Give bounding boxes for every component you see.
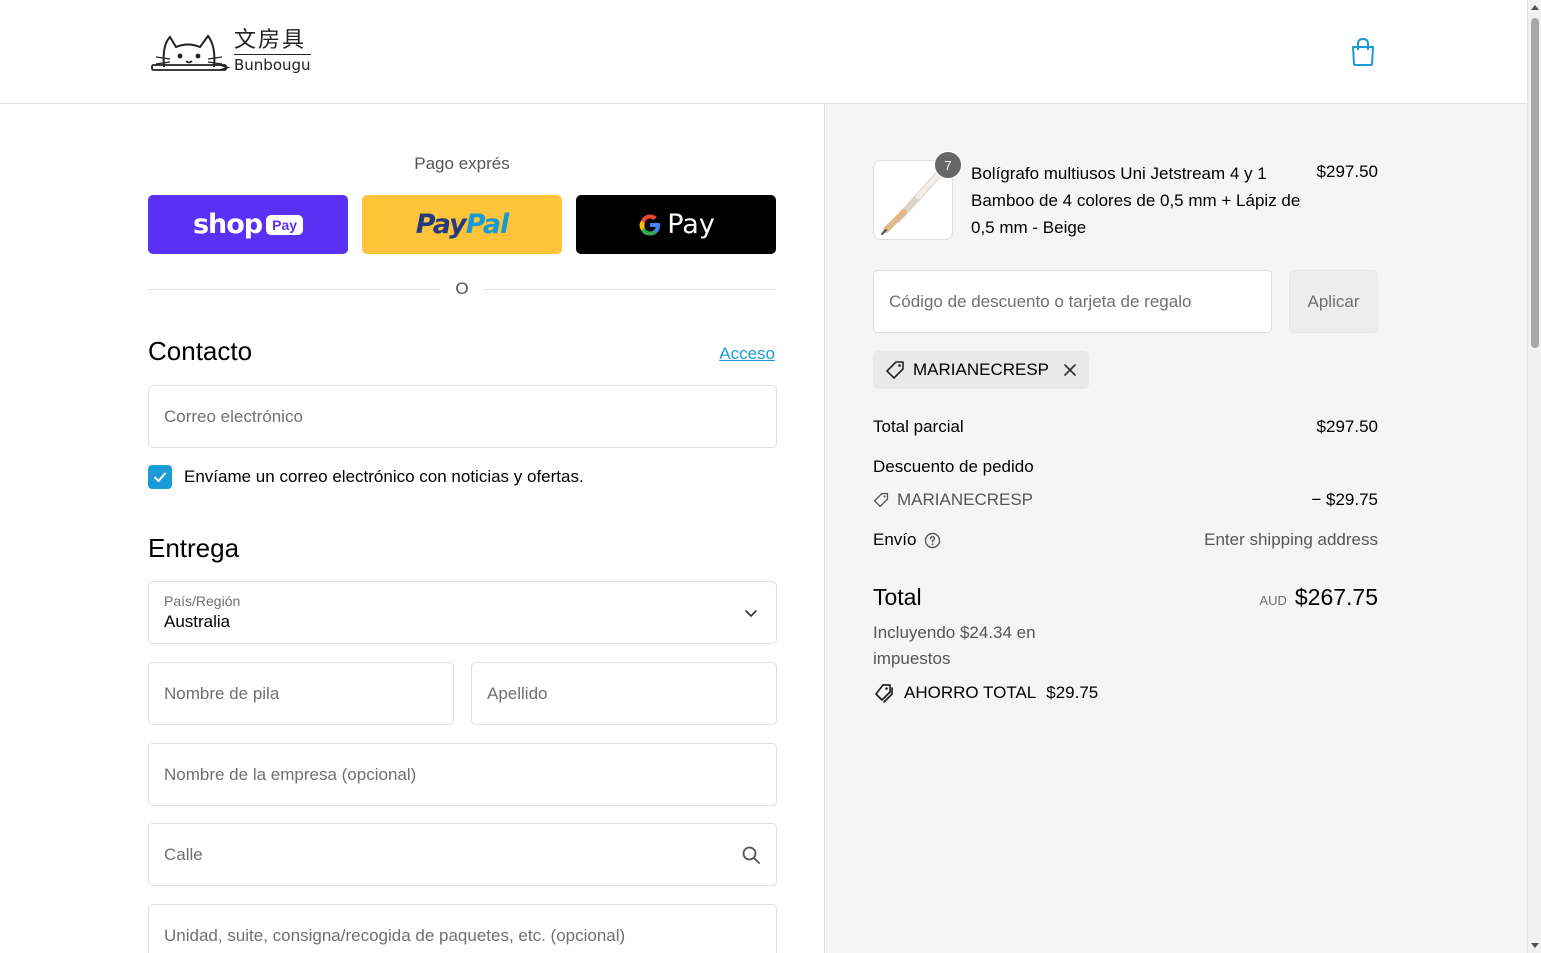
unit-placeholder: Unidad, suite, consigna/recogida de paqu…	[164, 925, 626, 945]
applied-code-text: MARIANECRESP	[913, 360, 1050, 379]
contact-title: Contacto	[148, 336, 253, 366]
tag-icon	[886, 361, 904, 379]
email-placeholder: Correo electrónico	[164, 406, 303, 426]
country-label: País/Región	[164, 593, 241, 609]
product-name: Bolígrafo multiusos Uni Jetstream 4 y 1 …	[971, 164, 1301, 237]
subtotal-row: Total parcial $297.50	[873, 417, 1378, 437]
total-label: Total	[873, 584, 922, 610]
checkout-form: Pago exprés shop Pay PayPal Pay O Contac…	[0, 104, 825, 953]
store-logo[interactable]: 文房具 Bunbougu	[150, 28, 322, 74]
chevron-down-icon	[745, 610, 757, 617]
total-row: Total AUD $267.75	[873, 584, 1378, 611]
total-value: $267.75	[1294, 584, 1378, 610]
discount-code-placeholder: Código de descuento o tarjeta de regalo	[889, 291, 1192, 311]
street-input[interactable]: Calle	[148, 823, 777, 886]
shipping-row: Envío Enter shipping address	[873, 530, 1378, 550]
scrollbar-thumb[interactable]	[1531, 18, 1539, 348]
company-input[interactable]: Nombre de la empresa (opcional)	[148, 743, 777, 806]
delivery-title: Entrega	[148, 533, 240, 563]
applied-code-chip: MARIANECRESP	[873, 351, 1090, 389]
discount-code-label: MARIANECRESP	[897, 490, 1034, 509]
newsletter-checkbox[interactable]	[148, 465, 172, 489]
remove-code-icon[interactable]	[1063, 363, 1077, 377]
logo-kanji: 文房具	[234, 29, 311, 55]
shop-pay-word: shop	[192, 209, 263, 240]
savings-label: AHORRO TOTAL	[904, 683, 1037, 702]
login-link[interactable]: Acceso	[719, 344, 775, 364]
shopping-bag-icon	[1352, 37, 1374, 66]
cat-logo-icon	[151, 34, 230, 71]
subtotal-value: $297.50	[1316, 417, 1378, 436]
subtotal-label: Total parcial	[873, 417, 964, 436]
order-discount-label: Descuento de pedido	[873, 457, 1034, 476]
tag-icon	[873, 492, 889, 508]
newsletter-option[interactable]: Envíame un correo electrónico con notici…	[148, 465, 584, 489]
shop-pay-pill: Pay	[266, 214, 304, 235]
shop-pay-button[interactable]: shop Pay	[148, 195, 348, 254]
check-icon	[154, 472, 166, 482]
savings-tag-icon	[875, 684, 893, 703]
product-price: $297.50	[1316, 162, 1378, 181]
first-name-placeholder: Nombre de pila	[164, 683, 280, 703]
newsletter-label: Envíame un correo electrónico con notici…	[184, 467, 584, 486]
street-placeholder: Calle	[164, 844, 203, 864]
unit-input[interactable]: Unidad, suite, consigna/recogida de paqu…	[148, 904, 777, 953]
google-pay-button[interactable]: Pay	[576, 195, 776, 254]
express-checkout-title: Pago exprés	[414, 154, 510, 173]
logo-name: Bunbougu	[234, 55, 311, 74]
site-header: 文房具 Bunbougu	[0, 0, 1527, 104]
google-g-icon	[639, 214, 661, 235]
email-input[interactable]: Correo electrónico	[148, 385, 777, 448]
paypal-button[interactable]: PayPal	[362, 195, 562, 254]
page-scrollbar[interactable]	[1527, 0, 1541, 953]
currency-code: AUD	[1259, 593, 1287, 608]
order-discount-row: Descuento de pedido	[873, 457, 1378, 477]
tax-note: Incluyendo $24.34 en impuestos	[873, 623, 1036, 668]
discount-code-row: MARIANECRESP − $29.75	[873, 490, 1378, 510]
shipping-value: Enter shipping address	[1204, 530, 1378, 549]
help-icon[interactable]	[924, 532, 941, 549]
paypal-logo: PayPal	[415, 209, 510, 240]
apply-discount-button[interactable]: Aplicar	[1289, 270, 1378, 333]
google-pay-word: Pay	[667, 209, 715, 240]
or-divider: O	[148, 279, 776, 299]
shipping-label: Envío	[873, 530, 917, 549]
last-name-placeholder: Apellido	[487, 683, 548, 703]
cart-button[interactable]	[1349, 37, 1377, 67]
last-name-input[interactable]: Apellido	[471, 662, 777, 725]
discount-code-input[interactable]: Código de descuento o tarjeta de regalo	[873, 270, 1272, 333]
search-icon	[742, 846, 760, 864]
discount-value: − $29.75	[1311, 490, 1378, 509]
quantity-badge: 7	[934, 151, 962, 179]
savings-value: $29.75	[1046, 683, 1099, 702]
scroll-up-icon[interactable]	[1531, 5, 1539, 10]
total-savings: AHORRO TOTAL $29.75	[873, 682, 1098, 704]
order-summary: 7 Bolígrafo multiusos Uni Jetstream 4 y …	[826, 104, 1527, 953]
country-select[interactable]: País/Región Australia	[148, 581, 777, 644]
first-name-input[interactable]: Nombre de pila	[148, 662, 454, 725]
scroll-down-icon[interactable]	[1531, 943, 1539, 948]
country-value: Australia	[164, 612, 231, 631]
company-placeholder: Nombre de la empresa (opcional)	[164, 764, 417, 784]
